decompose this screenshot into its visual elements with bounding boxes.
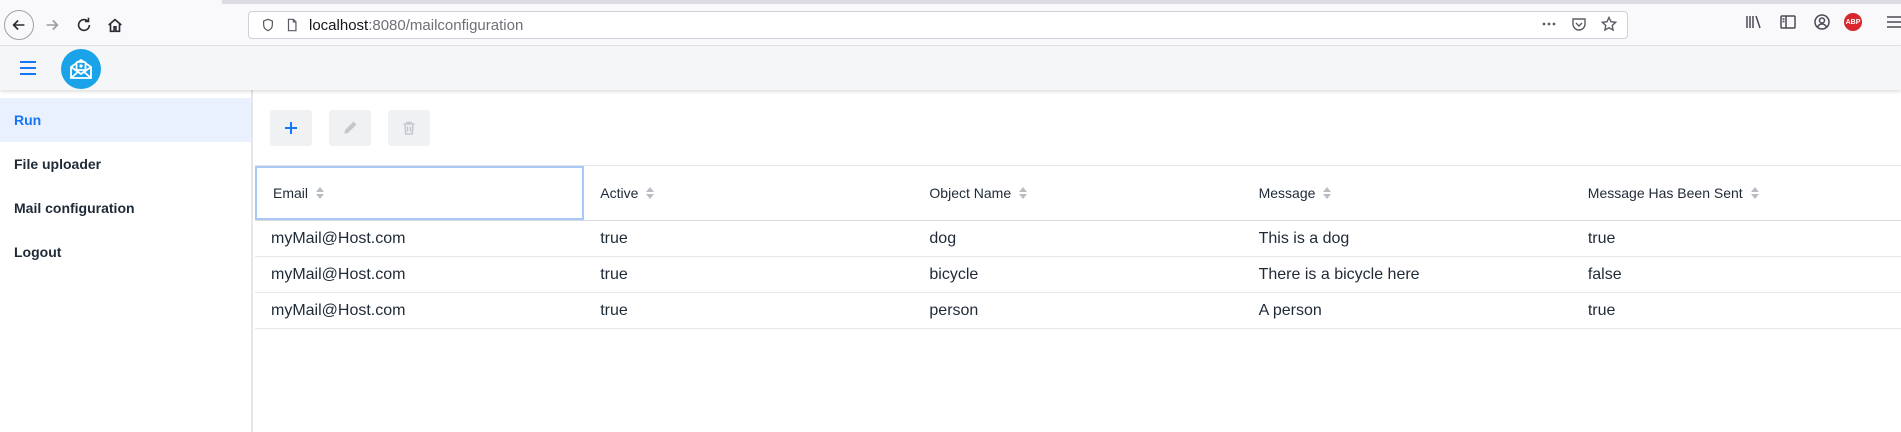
cell-email[interactable]: myMail@Host.com <box>255 221 584 256</box>
arrow-right-icon <box>46 19 59 31</box>
sidebar-toggle-button[interactable] <box>1779 13 1797 31</box>
app-header <box>0 46 1901 90</box>
tab-strip <box>222 0 1901 4</box>
arrow-left-icon <box>12 19 25 31</box>
cell-active[interactable]: true <box>584 257 913 292</box>
star-icon[interactable] <box>1601 16 1617 32</box>
library-icon <box>1746 15 1761 29</box>
column-header-object-name[interactable]: Object Name <box>913 166 1242 220</box>
grid-header: Email Active Object Name Message Message… <box>255 165 1901 221</box>
main-content: Email Active Object Name Message Message… <box>255 90 1901 432</box>
sidebar-item-logout[interactable]: Logout <box>0 230 251 274</box>
sort-icon[interactable] <box>1019 187 1028 199</box>
column-header-label: Message Has Been Sent <box>1587 185 1743 201</box>
url-text[interactable]: localhost:8080/mailconfiguration <box>309 17 523 34</box>
column-header-label: Active <box>600 185 639 201</box>
back-button[interactable] <box>4 10 34 40</box>
sidebar: Run File uploader Mail configuration Log… <box>0 90 253 432</box>
cell-active[interactable]: true <box>584 293 913 328</box>
hamburger-icon <box>20 61 36 75</box>
shield-icon[interactable] <box>261 18 275 32</box>
reload-button[interactable] <box>70 11 98 39</box>
account-icon <box>1814 14 1830 30</box>
column-header-label: Message <box>1258 185 1316 201</box>
home-button[interactable] <box>101 11 129 39</box>
column-header-message-sent[interactable]: Message Has Been Sent <box>1572 166 1901 220</box>
cell-email[interactable]: myMail@Host.com <box>255 293 584 328</box>
menu-toggle-button[interactable] <box>16 58 40 78</box>
cell-object-name[interactable]: person <box>913 293 1242 328</box>
sidebar-item-mail-configuration[interactable]: Mail configuration <box>0 186 251 230</box>
edit-button[interactable] <box>329 110 371 146</box>
column-header-label: Email <box>273 185 309 201</box>
cell-message[interactable]: There is a bicycle here <box>1243 257 1572 292</box>
column-header-active[interactable]: Active <box>584 166 913 220</box>
sort-icon[interactable] <box>646 187 655 199</box>
cell-object-name[interactable]: bicycle <box>913 257 1242 292</box>
page-icon[interactable] <box>285 18 299 32</box>
sidebar-icon <box>1780 15 1796 29</box>
cell-message-sent[interactable]: true <box>1572 221 1901 256</box>
sort-icon[interactable] <box>316 187 325 199</box>
column-header-label: Object Name <box>929 185 1012 201</box>
adblock-icon: ABP <box>1844 13 1862 31</box>
pocket-icon[interactable] <box>1571 16 1587 32</box>
hamburger-icon <box>1887 16 1901 28</box>
trash-icon <box>403 121 415 135</box>
url-host: localhost <box>309 16 369 34</box>
app-menu-button[interactable] <box>1885 13 1901 31</box>
cell-message[interactable]: This is a dog <box>1243 221 1572 256</box>
mail-config-grid: Email Active Object Name Message Message… <box>255 165 1901 329</box>
column-header-email[interactable]: Email <box>255 166 585 220</box>
library-button[interactable] <box>1744 13 1762 31</box>
sidebar-item-label: File uploader <box>14 156 102 172</box>
envelope-logo-icon <box>70 58 92 79</box>
table-row[interactable]: myMail@Host.com true bicycle There is a … <box>255 257 1901 293</box>
sidebar-item-file-uploader[interactable]: File uploader <box>0 142 251 186</box>
add-button[interactable] <box>270 110 312 146</box>
sidebar-item-label: Mail configuration <box>14 200 135 216</box>
adblock-button[interactable]: ABP <box>1844 13 1862 31</box>
url-path: :8080/mailconfiguration <box>368 16 524 34</box>
pencil-icon <box>344 121 357 134</box>
column-header-message[interactable]: Message <box>1243 166 1572 220</box>
account-button[interactable] <box>1813 13 1831 31</box>
browser-toolbar: localhost:8080/mailconfiguration ABP <box>0 0 1901 46</box>
sidebar-item-run[interactable]: Run <box>0 98 251 142</box>
table-row[interactable]: myMail@Host.com true person A person tru… <box>255 293 1901 329</box>
cell-object-name[interactable]: dog <box>913 221 1242 256</box>
cell-email[interactable]: myMail@Host.com <box>255 257 584 292</box>
sort-icon[interactable] <box>1750 187 1759 199</box>
reload-icon <box>77 17 91 32</box>
delete-button[interactable] <box>388 110 430 146</box>
app-logo <box>61 49 101 89</box>
home-icon <box>108 18 122 33</box>
cell-message[interactable]: A person <box>1243 293 1572 328</box>
forward-button[interactable] <box>38 11 66 39</box>
sidebar-item-label: Logout <box>14 244 62 260</box>
grid-toolbar <box>270 110 430 146</box>
cell-message-sent[interactable]: true <box>1572 293 1901 328</box>
cell-active[interactable]: true <box>584 221 913 256</box>
sort-icon[interactable] <box>1323 187 1332 199</box>
table-row[interactable]: myMail@Host.com true dog This is a dog t… <box>255 221 1901 257</box>
more-actions-icon[interactable] <box>1541 16 1557 32</box>
plus-icon <box>285 122 297 134</box>
cell-message-sent[interactable]: false <box>1572 257 1901 292</box>
address-bar[interactable]: localhost:8080/mailconfiguration <box>248 11 1628 39</box>
sidebar-item-label: Run <box>14 112 42 128</box>
